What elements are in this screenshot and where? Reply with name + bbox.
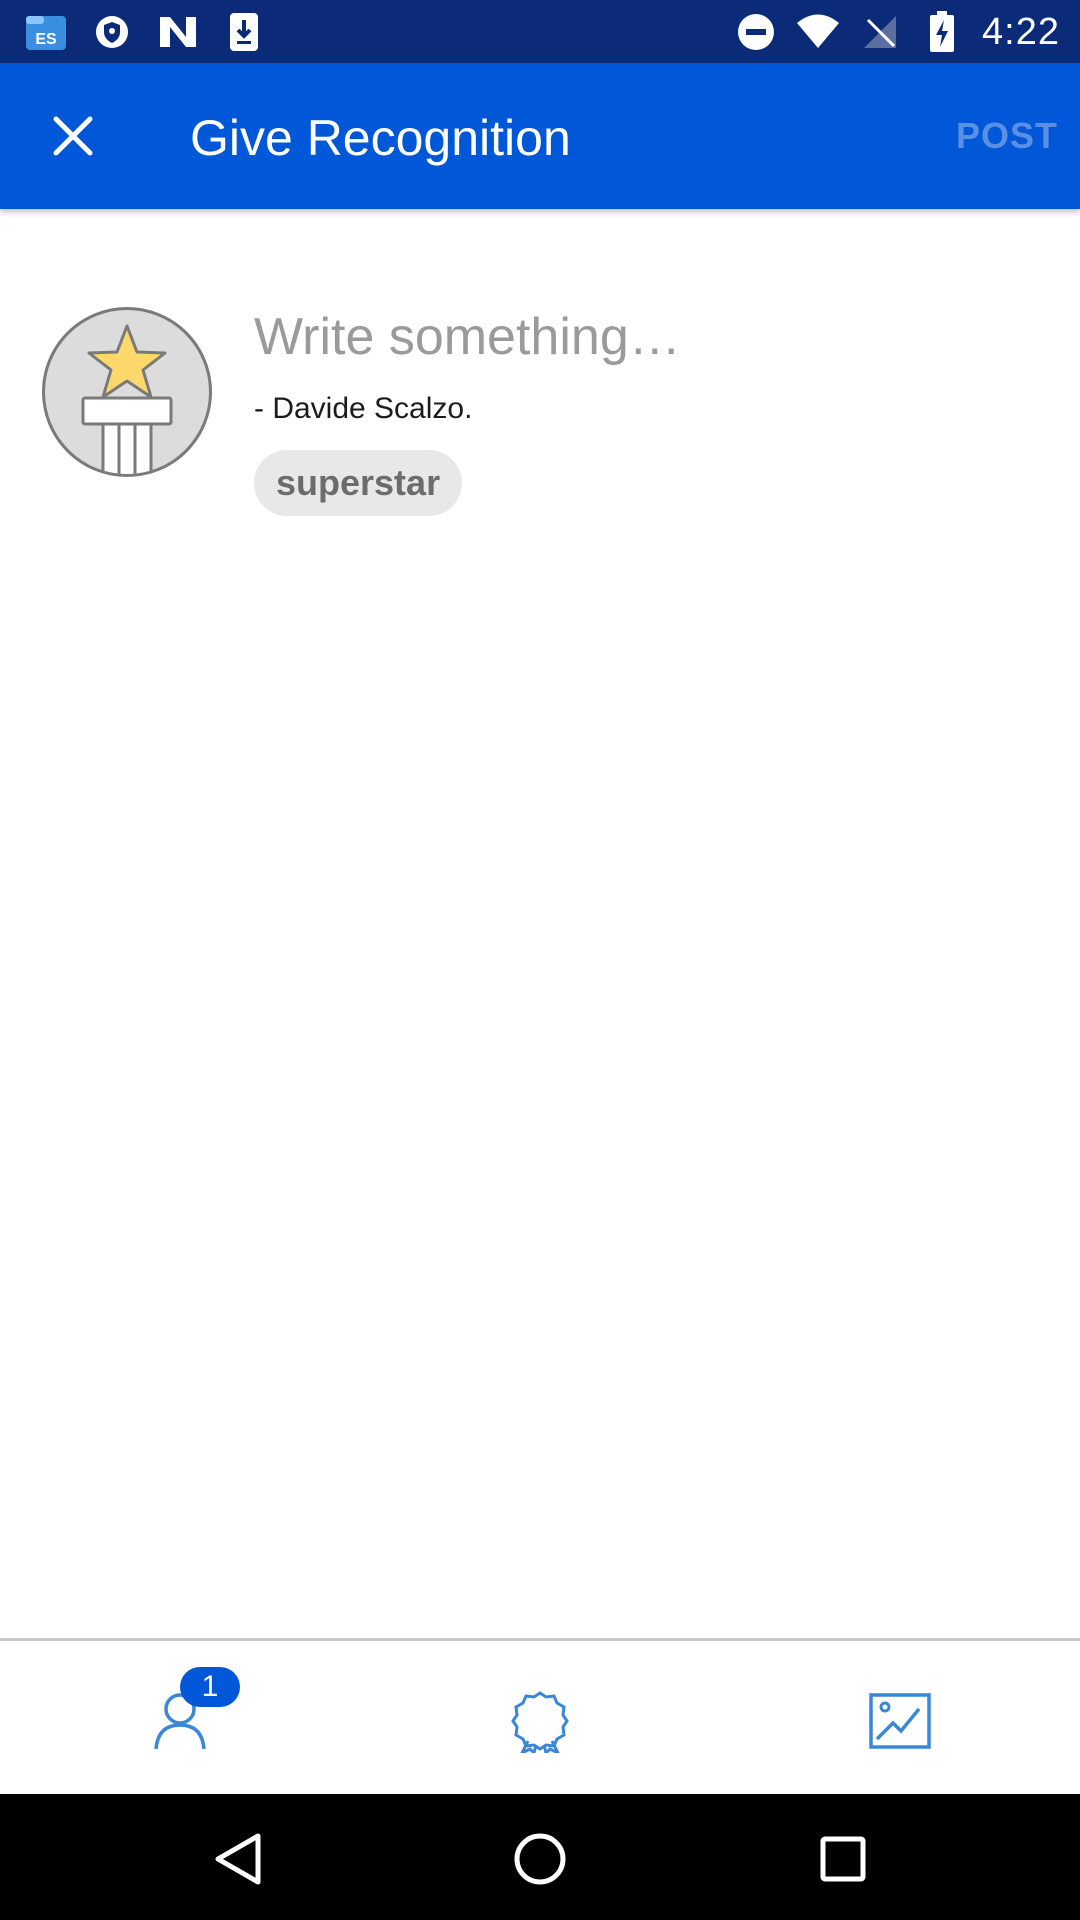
no-signal-icon bbox=[858, 10, 902, 54]
close-button[interactable] bbox=[40, 103, 106, 169]
recents-button[interactable] bbox=[808, 1824, 878, 1894]
people-count-badge: 1 bbox=[180, 1667, 240, 1707]
status-time: 4:22 bbox=[982, 10, 1060, 53]
home-button[interactable] bbox=[505, 1824, 575, 1894]
status-bar: ES 4:22 bbox=[0, 0, 1080, 63]
file-manager-icon: ES bbox=[24, 10, 68, 54]
post-button[interactable]: POST bbox=[956, 115, 1058, 157]
n-app-icon bbox=[156, 10, 200, 54]
award-icon bbox=[511, 1691, 569, 1753]
home-icon bbox=[514, 1833, 566, 1885]
award-button[interactable] bbox=[500, 1681, 580, 1761]
recognition-avatar bbox=[42, 307, 212, 477]
bottom-toolbar: 1 bbox=[0, 1638, 1080, 1794]
close-icon bbox=[53, 116, 93, 156]
battery-charging-icon bbox=[920, 10, 964, 54]
status-right-icons: 4:22 bbox=[734, 10, 1060, 54]
svg-text:ES: ES bbox=[35, 31, 57, 48]
download-icon bbox=[222, 10, 266, 54]
star-podium-icon bbox=[81, 324, 173, 474]
back-button[interactable] bbox=[202, 1824, 272, 1894]
signature-text: - Davide Scalzo. bbox=[254, 392, 473, 425]
app-bar: Give Recognition POST bbox=[0, 63, 1080, 209]
do-not-disturb-icon bbox=[734, 10, 778, 54]
add-image-button[interactable] bbox=[860, 1681, 940, 1761]
recents-icon bbox=[820, 1836, 866, 1882]
system-nav-bar bbox=[0, 1794, 1080, 1920]
tag-chip-superstar[interactable]: superstar bbox=[254, 450, 463, 516]
message-input[interactable] bbox=[254, 302, 1034, 372]
wifi-icon bbox=[796, 10, 840, 54]
back-icon bbox=[215, 1833, 261, 1885]
image-icon bbox=[869, 1693, 931, 1749]
page-title: Give Recognition bbox=[190, 110, 571, 166]
vpn-shield-icon bbox=[90, 10, 134, 54]
status-left-icons: ES bbox=[24, 10, 266, 54]
